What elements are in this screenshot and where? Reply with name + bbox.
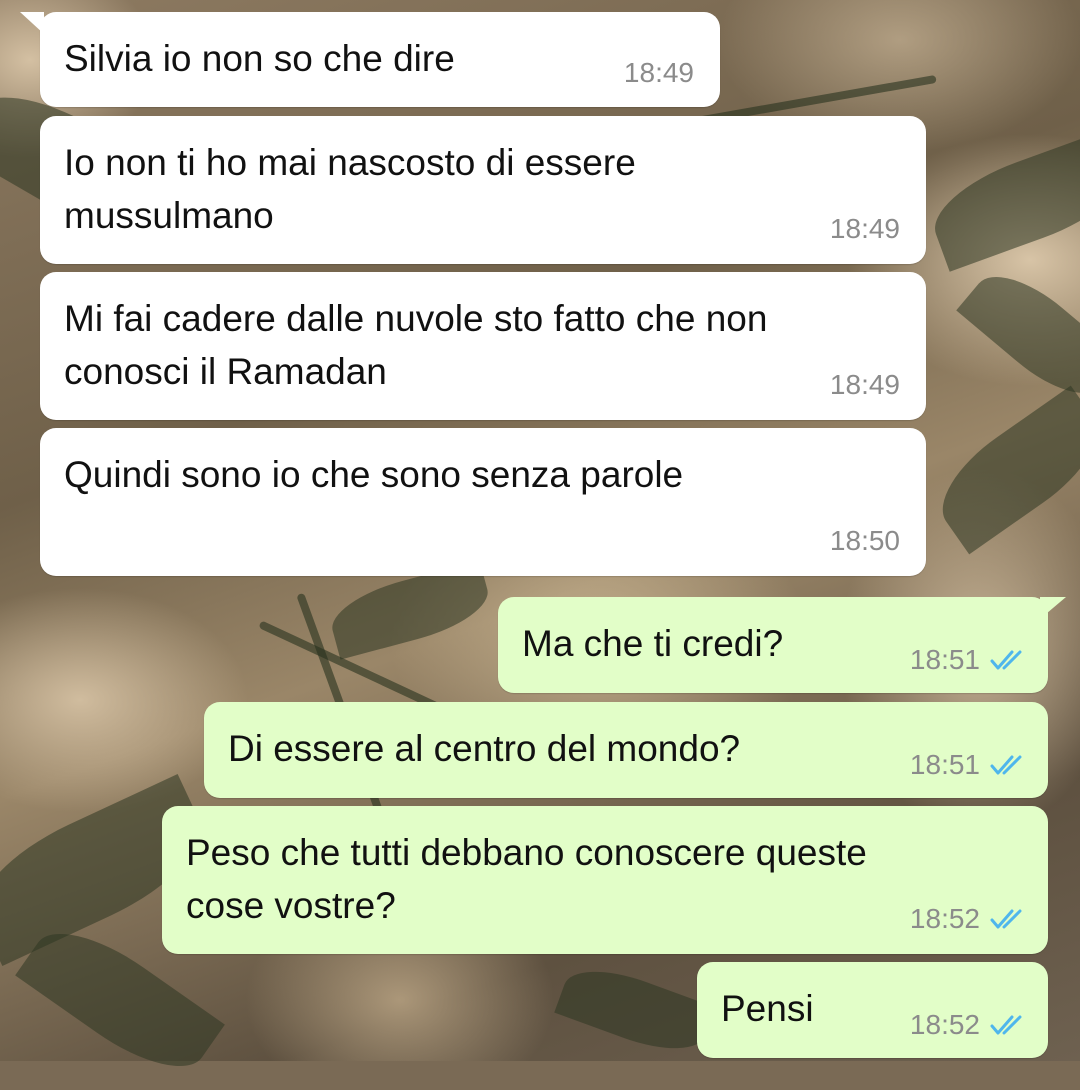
- message-meta: 18:49: [830, 370, 900, 400]
- outgoing-message-bubble[interactable]: Pensi 18:52: [697, 962, 1048, 1058]
- message-time: 18:49: [623, 57, 694, 88]
- conversation-view[interactable]: Silvia io non so che dire 18:49 Io non t…: [0, 0, 1080, 1061]
- message-time: 18:52: [909, 903, 980, 934]
- double-check-read-icon: [990, 755, 1022, 775]
- message-time: 18:49: [829, 213, 900, 244]
- incoming-message-bubble[interactable]: Quindi sono io che sono senza parole 18:…: [40, 428, 926, 576]
- message-text: Ma che ti credi?: [522, 623, 784, 664]
- message-meta: 18:50: [830, 526, 900, 556]
- message-text: Mi fai cadere dalle nuvole sto fatto che…: [64, 298, 768, 392]
- message-text: Di essere al centro del mondo?: [228, 728, 741, 769]
- outgoing-message-bubble[interactable]: Di essere al centro del mondo? 18:51: [204, 702, 1048, 798]
- message-text: Pensi: [721, 988, 814, 1029]
- message-time: 18:51: [909, 749, 980, 780]
- outgoing-message-bubble[interactable]: Peso che tutti debbano conoscere queste …: [162, 806, 1048, 954]
- outgoing-message-bubble[interactable]: Ma che ti credi? 18:51: [498, 597, 1048, 693]
- message-time: 18:52: [909, 1009, 980, 1040]
- message-text: Quindi sono io che sono senza parole: [64, 454, 684, 495]
- message-text: Silvia io non so che dire: [64, 38, 455, 79]
- message-time: 18:49: [829, 369, 900, 400]
- message-meta: 18:49: [624, 58, 694, 88]
- incoming-message-bubble[interactable]: Mi fai cadere dalle nuvole sto fatto che…: [40, 272, 926, 420]
- message-text: Peso che tutti debbano conoscere queste …: [186, 832, 867, 926]
- incoming-message-bubble[interactable]: Silvia io non so che dire 18:49: [40, 12, 720, 107]
- message-time: 18:51: [909, 644, 980, 675]
- bubble-tail: [1040, 597, 1066, 619]
- message-meta: 18:49: [830, 214, 900, 244]
- message-text: Io non ti ho mai nascosto di essere muss…: [64, 142, 636, 236]
- double-check-read-icon: [990, 650, 1022, 670]
- double-check-read-icon: [990, 1015, 1022, 1035]
- double-check-read-icon: [990, 909, 1022, 929]
- message-time: 18:50: [829, 525, 900, 556]
- message-meta: 18:52: [910, 904, 1026, 934]
- message-meta: 18:51: [910, 750, 1026, 780]
- bubble-tail: [20, 12, 44, 34]
- message-meta: 18:51: [910, 645, 1026, 675]
- message-meta: 18:52: [910, 1010, 1026, 1040]
- incoming-message-bubble[interactable]: Io non ti ho mai nascosto di essere muss…: [40, 116, 926, 264]
